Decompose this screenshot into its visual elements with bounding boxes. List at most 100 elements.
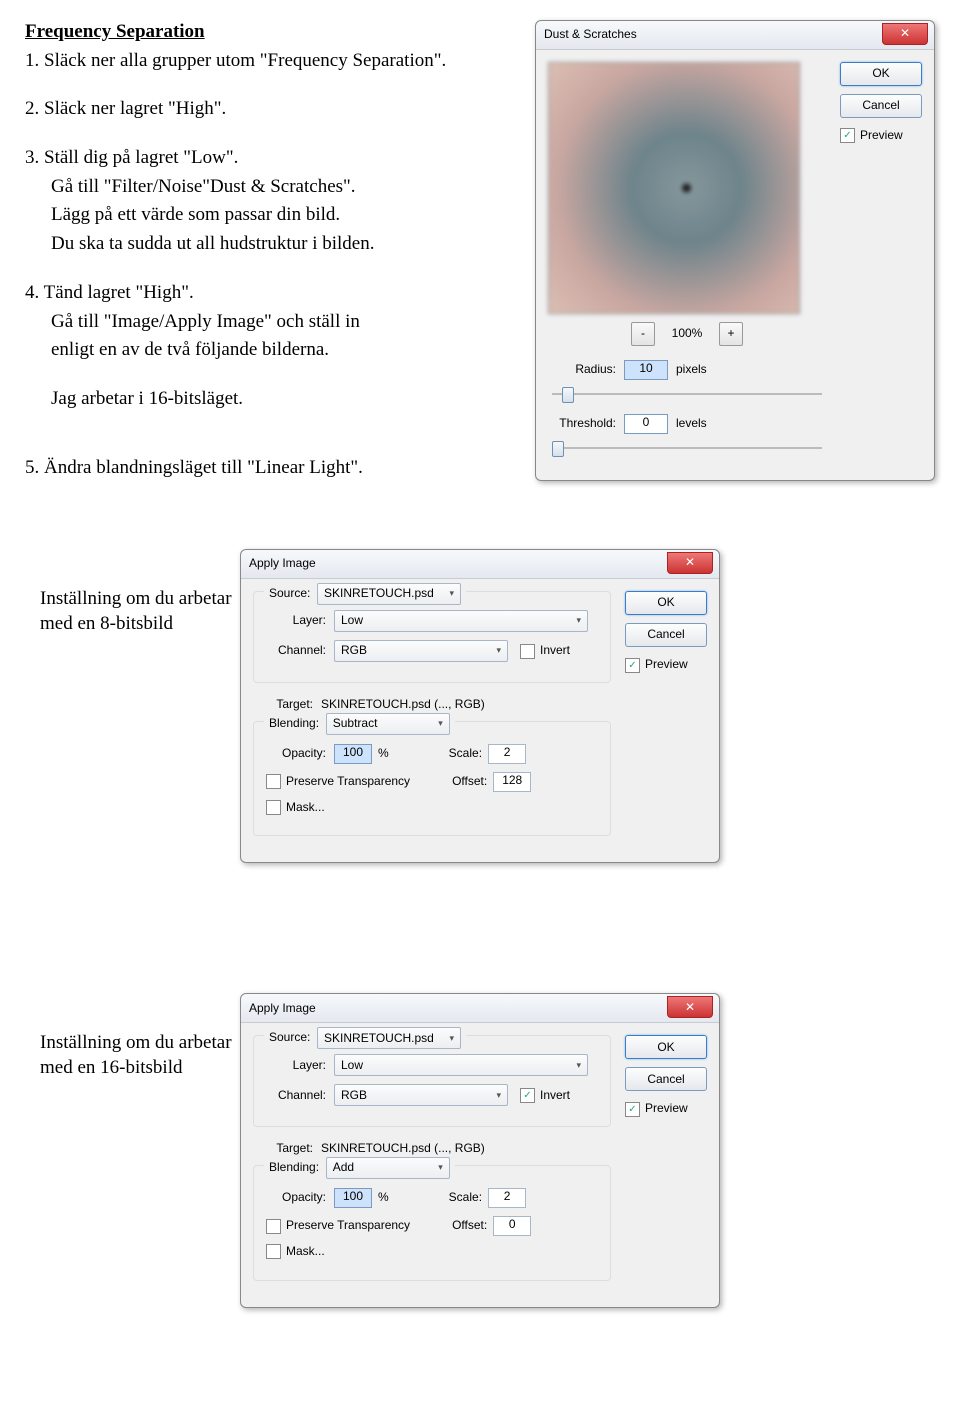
checkbox-icon [266, 800, 281, 815]
preview-checkbox[interactable]: ✓ Preview [840, 128, 922, 144]
offset-input[interactable]: 0 [493, 1216, 531, 1236]
radius-label: Radius: [548, 362, 624, 378]
preserve-label: Preserve Transparency [286, 1218, 410, 1234]
ok-button[interactable]: OK [625, 591, 707, 615]
ok-button[interactable]: OK [840, 62, 922, 86]
target-label: Target: [253, 697, 321, 713]
layer-label: Layer: [266, 613, 334, 629]
zoom-in-button[interactable]: + [719, 322, 743, 346]
step-4c: enligt en av de två följande bilderna. [25, 338, 515, 363]
source-dropdown[interactable]: SKINRETOUCH.psd [317, 583, 461, 605]
step-1: 1. Släck ner alla grupper utom "Frequenc… [25, 49, 515, 74]
step-4b: Gå till "Image/Apply Image" och ställ in [25, 310, 515, 335]
checkbox-icon: ✓ [840, 128, 855, 143]
mask-label: Mask... [286, 800, 325, 816]
step-3c: Lägg på ett värde som passar din bild. [25, 203, 515, 228]
preview-checkbox[interactable]: ✓ Preview [625, 657, 707, 673]
apply-image-8bit-dialog: Apply Image ✕ Source: SKINRETOUCH.psd La… [240, 549, 720, 863]
channel-label: Channel: [266, 643, 334, 659]
target-value: SKINRETOUCH.psd (..., RGB) [321, 1141, 485, 1157]
blending-legend: Blending: Subtract [264, 713, 455, 735]
mask-checkbox[interactable]: Mask... [266, 1244, 325, 1260]
scale-label: Scale: [449, 1190, 482, 1206]
target-label: Target: [253, 1141, 321, 1157]
preserve-label: Preserve Transparency [286, 774, 410, 790]
step-3a: 3. Ställ dig på lagret "Low". [25, 146, 515, 171]
checkbox-icon [520, 644, 535, 659]
channel-label: Channel: [266, 1088, 334, 1104]
cancel-button[interactable]: Cancel [625, 1067, 707, 1091]
blending-legend: Blending: Add [264, 1157, 455, 1179]
opacity-unit: % [378, 746, 389, 762]
step-5: 5. Ändra blandningsläget till "Linear Li… [25, 456, 515, 481]
opacity-input[interactable]: 100 [334, 1188, 372, 1208]
close-icon: ✕ [900, 26, 910, 42]
preview-label: Preview [645, 657, 688, 673]
preview-checkbox[interactable]: ✓ Preview [625, 1101, 707, 1117]
dialog-title: Apply Image [249, 1001, 316, 1017]
zoom-value: 100% [657, 326, 717, 342]
source-dropdown[interactable]: SKINRETOUCH.psd [317, 1027, 461, 1049]
close-icon: ✕ [685, 555, 695, 571]
threshold-input[interactable]: 0 [624, 414, 668, 434]
checkbox-icon [266, 774, 281, 789]
opacity-label: Opacity: [266, 746, 334, 762]
step-4a: 4. Tänd lagret "High". [25, 281, 515, 306]
close-button[interactable]: ✕ [667, 996, 713, 1018]
layer-dropdown[interactable]: Low [334, 1054, 588, 1076]
blending-dropdown[interactable]: Add [326, 1157, 450, 1179]
cancel-button[interactable]: Cancel [840, 94, 922, 118]
target-value: SKINRETOUCH.psd (..., RGB) [321, 697, 485, 713]
radius-unit: pixels [676, 362, 707, 378]
opacity-unit: % [378, 1190, 389, 1206]
blending-dropdown[interactable]: Subtract [326, 713, 450, 735]
dust-scratches-dialog: Dust & Scratches ✕ - 100% + Radius: 10 p… [535, 20, 935, 481]
preview-label: Preview [645, 1101, 688, 1117]
threshold-slider[interactable] [552, 438, 822, 458]
preserve-transparency-checkbox[interactable]: Preserve Transparency [266, 774, 410, 790]
ok-button[interactable]: OK [625, 1035, 707, 1059]
preserve-transparency-checkbox[interactable]: Preserve Transparency [266, 1218, 410, 1234]
cancel-button[interactable]: Cancel [625, 623, 707, 647]
zoom-out-button[interactable]: - [631, 322, 655, 346]
checkbox-icon [266, 1244, 281, 1259]
offset-input[interactable]: 128 [493, 772, 531, 792]
dialog-title: Apply Image [249, 556, 316, 572]
scale-input[interactable]: 2 [488, 744, 526, 764]
dialog-titlebar[interactable]: Dust & Scratches ✕ [536, 21, 934, 50]
invert-label: Invert [540, 1088, 570, 1104]
radius-input[interactable]: 10 [624, 360, 668, 380]
checkbox-icon [266, 1219, 281, 1234]
apply-image-16bit-dialog: Apply Image ✕ Source: SKINRETOUCH.psd La… [240, 993, 720, 1307]
step-2: 2. Släck ner lagret "High". [25, 97, 515, 122]
dialog-titlebar[interactable]: Apply Image ✕ [241, 550, 719, 579]
channel-dropdown[interactable]: RGB [334, 640, 508, 662]
opacity-label: Opacity: [266, 1190, 334, 1206]
offset-label: Offset: [452, 1218, 487, 1234]
label-16bit: Inställning om du arbetar med en 16-bits… [40, 1031, 240, 1080]
close-icon: ✕ [685, 1000, 695, 1016]
close-button[interactable]: ✕ [667, 552, 713, 574]
preview-label: Preview [860, 128, 903, 144]
layer-label: Layer: [266, 1058, 334, 1074]
mask-label: Mask... [286, 1244, 325, 1260]
invert-checkbox[interactable]: ✓ Invert [520, 1088, 570, 1104]
step-3d: Du ska ta sudda ut all hudstruktur i bil… [25, 232, 515, 257]
channel-dropdown[interactable]: RGB [334, 1084, 508, 1106]
source-legend: Source: SKINRETOUCH.psd [264, 583, 466, 605]
note-16bit: Jag arbetar i 16-bitsläget. [25, 387, 515, 412]
source-legend: Source: SKINRETOUCH.psd [264, 1027, 466, 1049]
layer-dropdown[interactable]: Low [334, 610, 588, 632]
mask-checkbox[interactable]: Mask... [266, 800, 325, 816]
opacity-input[interactable]: 100 [334, 744, 372, 764]
invert-checkbox[interactable]: Invert [520, 643, 570, 659]
scale-input[interactable]: 2 [488, 1188, 526, 1208]
radius-slider[interactable] [552, 384, 822, 404]
checkbox-icon: ✓ [625, 658, 640, 673]
label-8bit: Inställning om du arbetar med en 8-bitsb… [40, 587, 240, 636]
close-button[interactable]: ✕ [882, 23, 928, 45]
preview-image [548, 62, 800, 314]
threshold-label: Threshold: [548, 416, 624, 432]
page-title: Frequency Separation [25, 20, 515, 45]
dialog-titlebar[interactable]: Apply Image ✕ [241, 994, 719, 1023]
